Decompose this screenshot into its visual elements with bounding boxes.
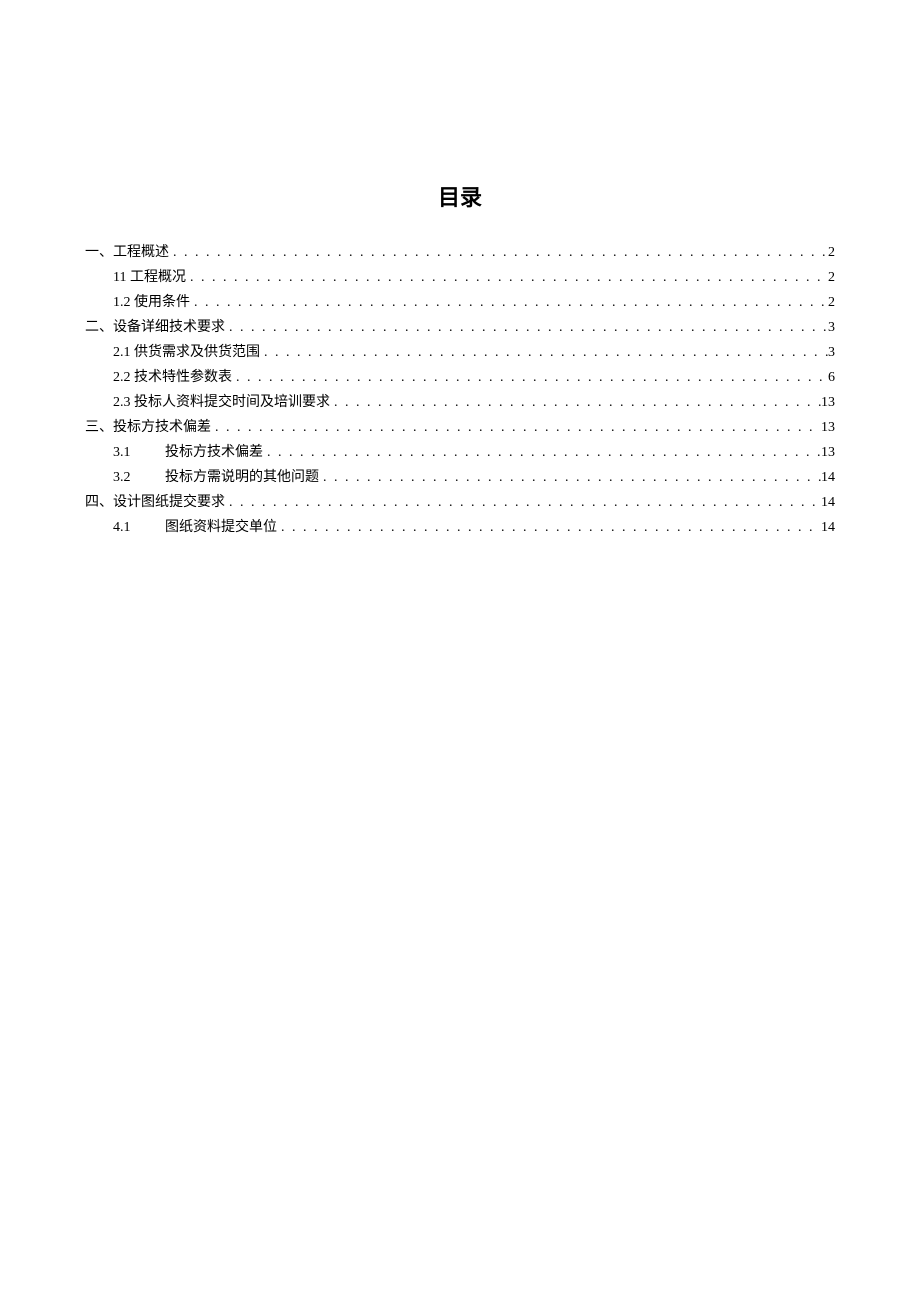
- toc-page: 3: [828, 340, 835, 365]
- toc-label: 一、工程概述: [85, 240, 169, 265]
- toc-number: 3.1: [113, 440, 165, 465]
- toc-page: 2: [828, 290, 835, 315]
- toc-label: 2.1 供货需求及供货范围: [113, 340, 260, 365]
- toc-dots: [232, 365, 828, 390]
- toc-dots: [186, 265, 828, 290]
- toc-label: 投标方需说明的其他问题: [165, 465, 319, 490]
- toc-entry: 2.1 供货需求及供货范围 3: [85, 340, 835, 365]
- toc-dots: [319, 465, 821, 490]
- toc-dots: [263, 440, 821, 465]
- toc-dots: [330, 390, 821, 415]
- toc-dots: [260, 340, 828, 365]
- toc-number: 4.1: [113, 515, 165, 540]
- toc-dots: [225, 315, 828, 340]
- toc-entry: 二、设备详细技术要求 3: [85, 315, 835, 340]
- toc-page: 6: [828, 365, 835, 390]
- toc-label: 2.3 投标人资料提交时间及培训要求: [113, 390, 330, 415]
- toc-page: 13: [821, 415, 835, 440]
- toc-dots: [277, 515, 821, 540]
- toc-dots: [190, 290, 828, 315]
- toc-label: 四、设计图纸提交要求: [85, 490, 225, 515]
- toc-entry: 4.1 图纸资料提交单位 14: [85, 515, 835, 540]
- toc-entry: 11 工程概况 2: [85, 265, 835, 290]
- toc-label: 1.2 使用条件: [113, 290, 190, 315]
- toc-label: 2.2 技术特性参数表: [113, 365, 232, 390]
- toc-label: 三、投标方技术偏差: [85, 415, 211, 440]
- toc-entry: 3.1 投标方技术偏差 13: [85, 440, 835, 465]
- toc-page: 13: [821, 440, 835, 465]
- toc-entry: 3.2 投标方需说明的其他问题 14: [85, 465, 835, 490]
- toc-page: 14: [821, 515, 835, 540]
- toc-label: 二、设备详细技术要求: [85, 315, 225, 340]
- toc-page: 13: [821, 390, 835, 415]
- toc-entry: 1.2 使用条件 2: [85, 290, 835, 315]
- toc-page: 14: [821, 490, 835, 515]
- toc-number: 3.2: [113, 465, 165, 490]
- toc-entry: 一、工程概述 2: [85, 240, 835, 265]
- toc-container: 一、工程概述 2 11 工程概况 2 1.2 使用条件 2 二、设备详细技术要求…: [85, 240, 835, 540]
- toc-label: 图纸资料提交单位: [165, 515, 277, 540]
- toc-label: 11 工程概况: [113, 265, 186, 290]
- toc-page: 14: [821, 465, 835, 490]
- toc-entry: 三、投标方技术偏差 13: [85, 415, 835, 440]
- toc-page: 2: [828, 240, 835, 265]
- toc-dots: [225, 490, 821, 515]
- page-title: 目录: [85, 180, 835, 212]
- toc-page: 3: [828, 315, 835, 340]
- toc-page: 2: [828, 265, 835, 290]
- toc-dots: [169, 240, 828, 265]
- toc-dots: [211, 415, 821, 440]
- toc-entry: 2.3 投标人资料提交时间及培训要求 13: [85, 390, 835, 415]
- toc-label: 投标方技术偏差: [165, 440, 263, 465]
- toc-entry: 四、设计图纸提交要求 14: [85, 490, 835, 515]
- toc-entry: 2.2 技术特性参数表 6: [85, 365, 835, 390]
